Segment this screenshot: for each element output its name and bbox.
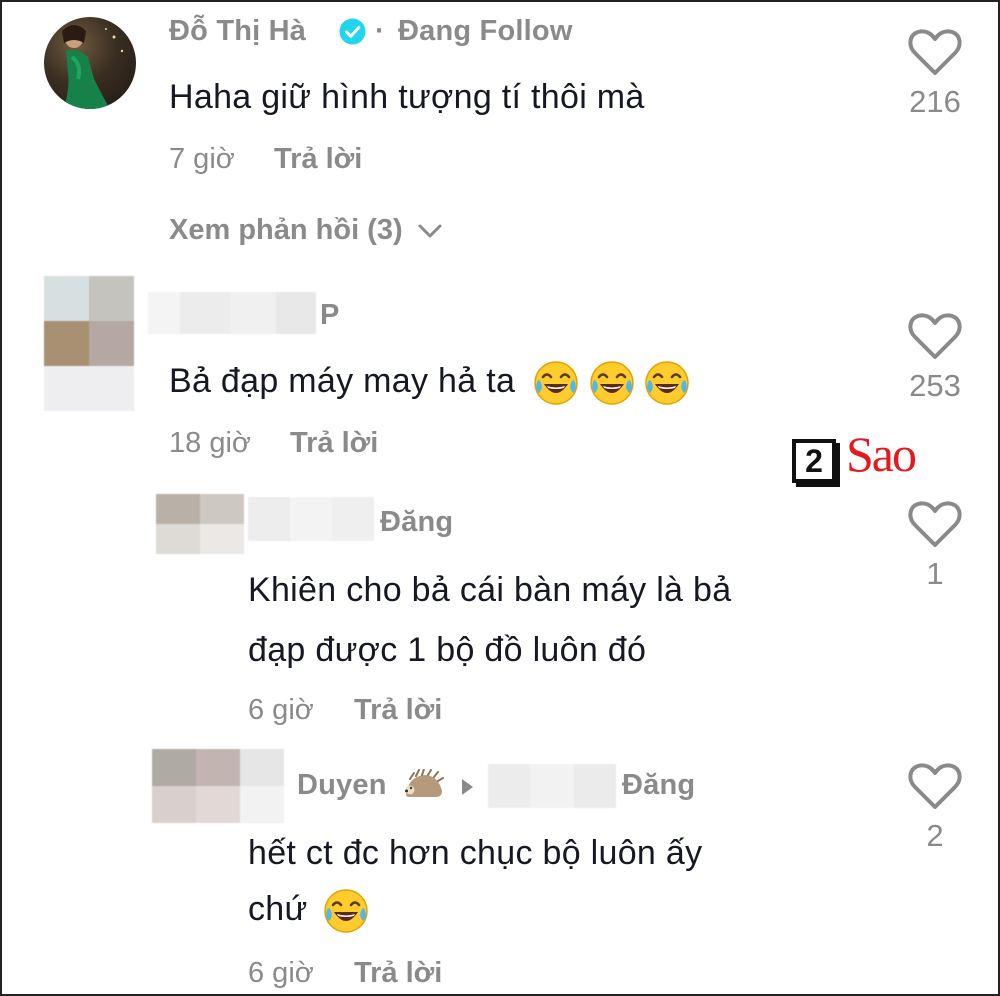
view-replies-button[interactable]: Xem phản hồi (3) [169, 214, 443, 247]
heart-icon [908, 501, 962, 547]
comment-author[interactable]: Đỗ Thị Hà [169, 15, 306, 48]
hedgehog-icon [402, 768, 444, 803]
reply-author[interactable]: Đăng [380, 506, 453, 539]
like-button[interactable]: 2 [890, 758, 980, 858]
reply-to-author[interactable]: Đăng [622, 769, 695, 802]
author-name-pixelated [248, 497, 374, 541]
laughing-emoji-icon [589, 361, 634, 405]
like-button[interactable]: 1 [890, 496, 980, 596]
separator-dot: · [375, 15, 385, 47]
comment-time: 7 giờ [169, 143, 235, 175]
heart-icon [908, 29, 962, 75]
author-name-pixelated [148, 292, 316, 334]
chevron-down-icon [418, 224, 442, 238]
laughing-emoji-icon [324, 889, 369, 933]
reply-time: 6 giờ [248, 694, 314, 726]
reply-time: 6 giờ [248, 957, 314, 989]
reply-text-line2: chứ [248, 888, 369, 934]
avatar-pixelated[interactable] [156, 494, 244, 554]
avatar-pixelated[interactable] [152, 749, 284, 823]
view-replies-label: Xem phản hồi (3) [169, 214, 403, 246]
watermark-word: Sao [846, 426, 917, 482]
reply-button[interactable]: Trả lời [354, 957, 442, 990]
reply-text-line1: hết ct đc hơn chục bộ luôn ấy [248, 834, 703, 872]
avatar[interactable] [44, 17, 136, 109]
reply-button[interactable]: Trả lời [354, 694, 442, 727]
laughing-emoji-group [533, 361, 691, 405]
like-button[interactable]: 216 [890, 24, 980, 124]
reply-author[interactable]: Duyen [297, 769, 387, 802]
comment-author[interactable]: P [320, 299, 340, 332]
follow-status[interactable]: Đang Follow [398, 15, 573, 48]
like-count: 2 [926, 818, 944, 853]
comment-text: Haha giữ hình tượng tí thôi mà [169, 78, 645, 116]
like-count: 1 [926, 556, 944, 591]
reply-to-arrow-icon [460, 778, 474, 796]
reply-button[interactable]: Trả lời [290, 427, 378, 460]
heart-icon [908, 763, 962, 809]
reply-text-line1: Khiên cho bả cái bàn máy là bả [248, 571, 732, 609]
reply-text-line2-content: chứ [248, 889, 308, 928]
reply-text-line2: đạp được 1 bộ đồ luôn đó [248, 631, 647, 669]
watermark-digit: 2 [805, 443, 823, 479]
like-count: 253 [909, 368, 961, 403]
laughing-emoji-icon [534, 361, 578, 405]
reply-button[interactable]: Trả lời [274, 143, 362, 176]
comment-text-content: Bả đạp máy may hả ta [169, 361, 516, 400]
reply-to-name-pixelated [488, 764, 616, 808]
watermark-logo: 2 Sao [792, 426, 952, 493]
avatar-pixelated[interactable] [44, 276, 134, 411]
like-button[interactable]: 253 [890, 308, 980, 408]
like-count: 216 [909, 84, 961, 119]
laughing-emoji-icon [645, 361, 690, 405]
verified-icon [339, 18, 366, 45]
heart-icon [908, 313, 962, 359]
comment-time: 18 giờ [169, 427, 251, 459]
watermark-digit-box: 2 [792, 439, 836, 483]
comment-text: Bả đạp máy may hả ta [169, 360, 690, 406]
comments-panel: Đỗ Thị Hà · Đang Follow Haha giữ hình tư… [0, 0, 1000, 996]
